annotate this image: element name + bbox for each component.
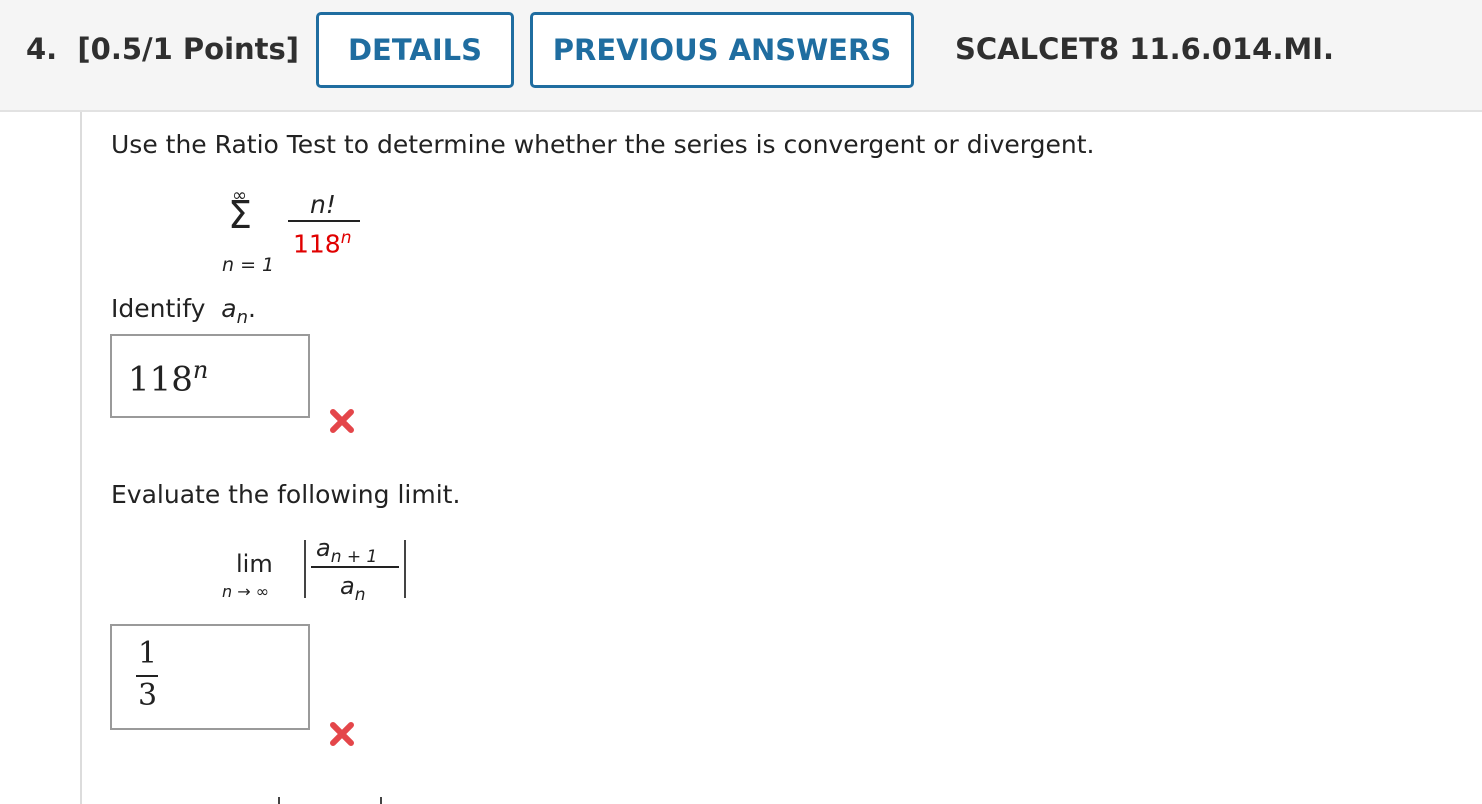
series-numerator: n! <box>310 190 336 219</box>
lim-subscript: n → ∞ <box>222 582 270 601</box>
incorrect-x-icon <box>330 722 354 746</box>
an-answer-field[interactable]: 118n <box>110 334 310 418</box>
incorrect-x-icon <box>330 409 354 433</box>
evaluate-limit-label: Evaluate the following limit. <box>111 480 461 509</box>
lim-word: lim <box>236 550 273 578</box>
cut-off-abs-bar-right <box>380 797 382 804</box>
limit-denominator: an <box>340 572 366 605</box>
question-header: 4. [0.5/1 Points] DETAILS PREVIOUS ANSWE… <box>0 0 1482 112</box>
previous-answers-button[interactable]: PREVIOUS ANSWERS <box>530 12 914 88</box>
question-prompt: Use the Ratio Test to determine whether … <box>111 130 1095 159</box>
details-button[interactable]: DETAILS <box>316 12 514 88</box>
limit-answer-numerator: 1 <box>138 636 158 671</box>
sum-lower-limit: n = 1 <box>222 254 275 276</box>
limit-numerator: an + 1 <box>316 534 378 567</box>
series-denominator: 118n <box>293 228 352 259</box>
limit-answer-fraction-bar <box>136 675 158 677</box>
limit-answer-denominator: 3 <box>138 678 158 713</box>
left-rule <box>80 112 82 804</box>
summation-symbol: Σ <box>228 193 253 237</box>
limit-fraction-bar <box>311 566 399 568</box>
question-number-and-points: 4. [0.5/1 Points] <box>26 32 300 66</box>
abs-bar-left <box>304 540 306 598</box>
identify-an-label: Identify an. <box>111 294 256 328</box>
limit-answer-field[interactable]: 1 3 <box>110 624 310 730</box>
question-id: SCALCET8 11.6.014.MI. <box>955 32 1335 66</box>
cut-off-abs-bar-left <box>278 797 280 804</box>
fraction-bar <box>288 220 360 222</box>
abs-bar-right <box>404 540 406 598</box>
an-answer-value: 118n <box>128 356 209 400</box>
